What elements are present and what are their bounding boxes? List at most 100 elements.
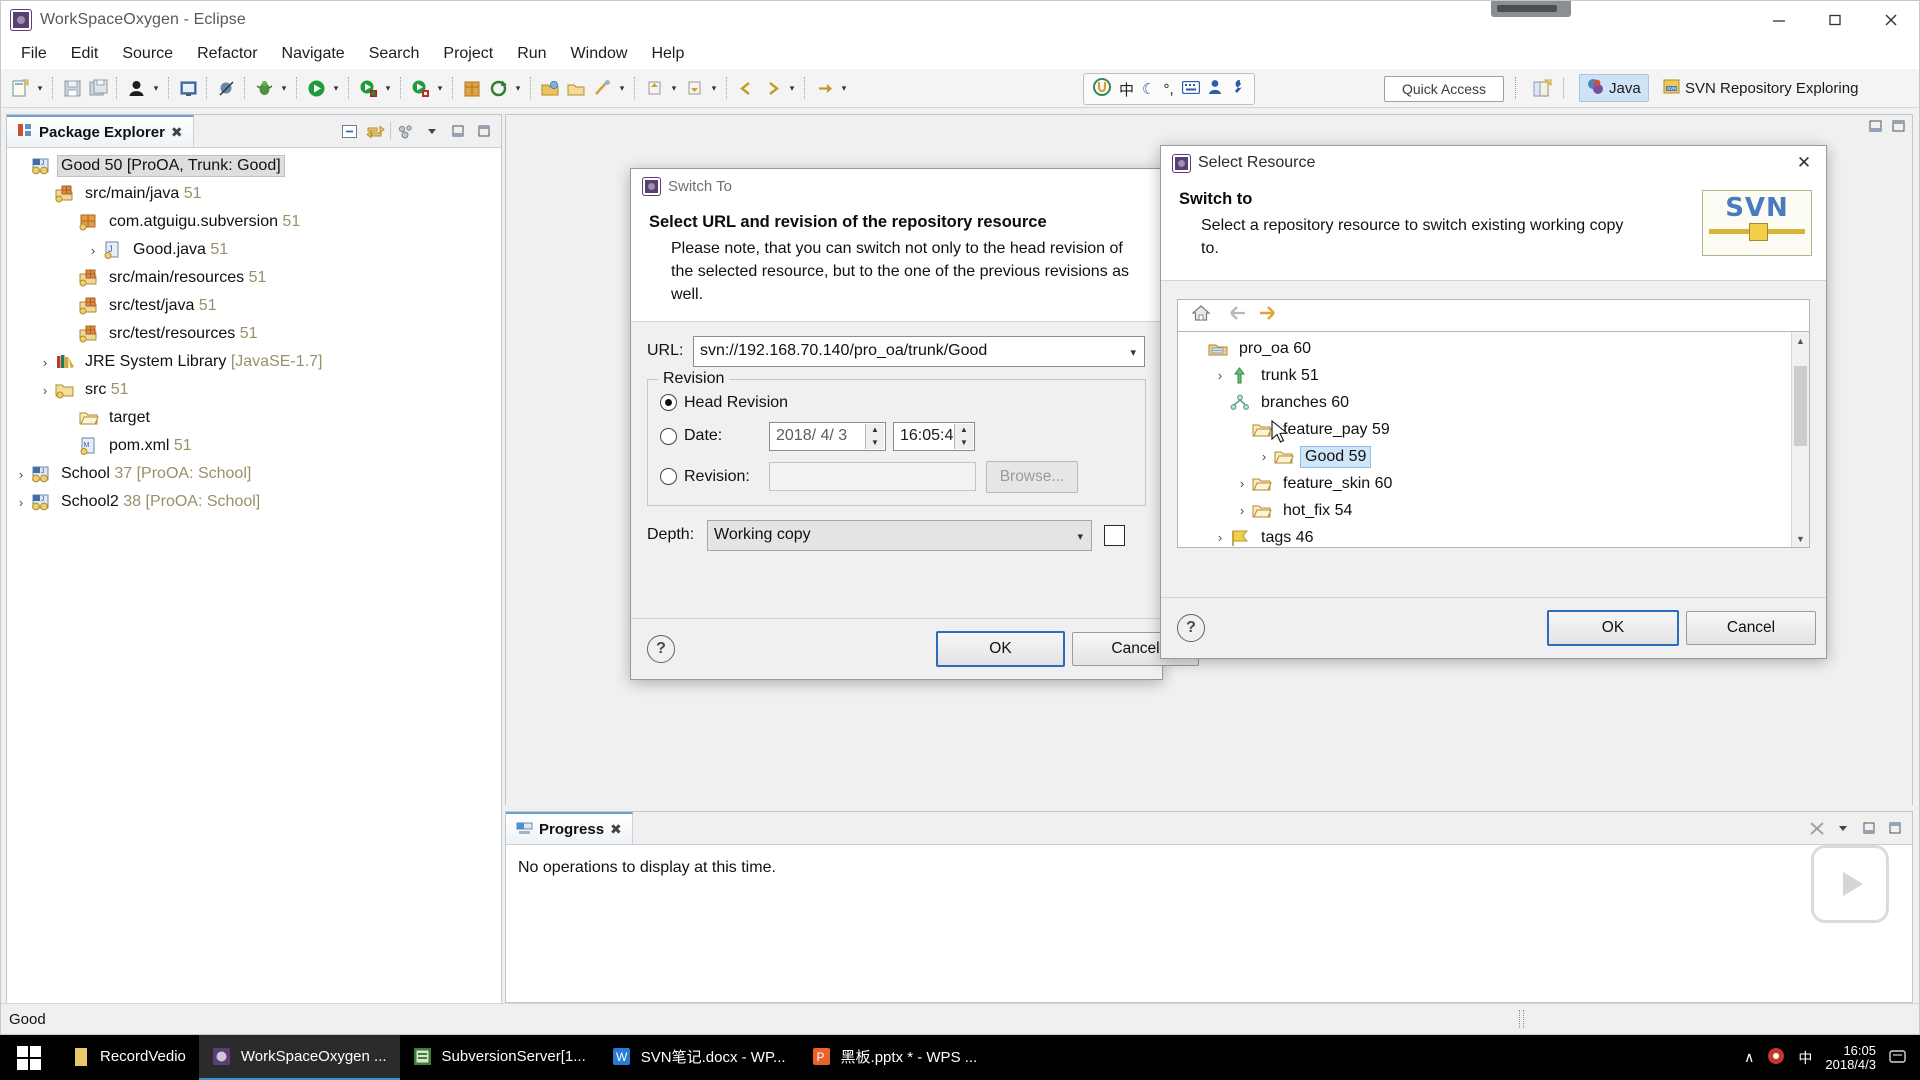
save-icon[interactable] bbox=[59, 75, 85, 101]
depth-sticky-checkbox[interactable] bbox=[1104, 525, 1125, 546]
twisty-collapsed-icon[interactable]: › bbox=[11, 495, 31, 510]
link-with-editor-icon[interactable] bbox=[364, 120, 386, 142]
repository-tree-row[interactable]: ⱟ pro_oa 60 bbox=[1178, 335, 1809, 362]
date-revision-radio[interactable] bbox=[660, 428, 677, 445]
repository-tree-row[interactable]: › feature_skin 60 bbox=[1178, 470, 1809, 497]
revision-number-row[interactable]: Revision: Browse... bbox=[660, 461, 1133, 493]
minimize-view-icon[interactable] bbox=[1858, 817, 1880, 839]
maximize-button[interactable] bbox=[1807, 1, 1863, 39]
debug-icon[interactable] bbox=[251, 75, 277, 101]
run-dropdown-icon[interactable]: ▾ bbox=[329, 75, 343, 101]
revision-input[interactable] bbox=[769, 462, 976, 491]
repository-tree-row[interactable]: ⱟ branches 60 bbox=[1178, 389, 1809, 416]
package-explorer-row[interactable]: › JRE System Library [JavaSE-1.7] bbox=[7, 348, 501, 376]
close-icon[interactable]: ✖ bbox=[610, 821, 622, 838]
repository-tree-scrollbar[interactable]: ▲ ▼ bbox=[1791, 332, 1809, 547]
refresh-icon[interactable] bbox=[485, 75, 511, 101]
repository-tree-row[interactable]: ⱟ feature_pay 59 bbox=[1178, 416, 1809, 443]
run-coverage-dropdown-icon[interactable]: ▾ bbox=[433, 75, 447, 101]
url-combo[interactable]: svn://192.168.70.140/pro_oa/trunk/Good ▾ bbox=[693, 336, 1145, 367]
menu-search[interactable]: Search bbox=[357, 42, 432, 66]
menu-help[interactable]: Help bbox=[639, 42, 696, 66]
tab-progress[interactable]: Progress ✖ bbox=[506, 812, 633, 844]
repository-tree-row[interactable]: › trunk 51 bbox=[1178, 362, 1809, 389]
twisty-expanded-icon[interactable]: ⱟ bbox=[59, 215, 79, 230]
home-icon[interactable] bbox=[1191, 304, 1211, 327]
date-spinner-buttons[interactable]: ▲ ▼ bbox=[865, 424, 884, 449]
next-annotation-icon[interactable] bbox=[681, 75, 707, 101]
tab-package-explorer[interactable]: Package Explorer ✖ bbox=[7, 115, 194, 147]
forward-arrow-icon[interactable] bbox=[1259, 304, 1281, 327]
new-wizard-dropdown-icon[interactable]: ▾ bbox=[33, 75, 47, 101]
select-resource-cancel-button[interactable]: Cancel bbox=[1686, 611, 1816, 645]
taskbar-item-subversionserver[interactable]: SubversionServer[1... bbox=[400, 1035, 599, 1080]
forward-dropdown-icon[interactable]: ▾ bbox=[785, 75, 799, 101]
select-resource-ok-button[interactable]: OK bbox=[1547, 610, 1679, 646]
chevron-down-icon[interactable]: ▾ bbox=[1077, 530, 1083, 543]
twisty-expanded-icon[interactable]: ⱟ bbox=[11, 159, 31, 174]
twisty-expanded-icon[interactable]: ⱟ bbox=[1188, 341, 1208, 356]
ime-settings-icon[interactable] bbox=[1230, 79, 1245, 99]
scroll-down-icon[interactable]: ▼ bbox=[1792, 530, 1809, 547]
minimize-button[interactable] bbox=[1751, 1, 1807, 39]
quick-access-field[interactable]: Quick Access bbox=[1384, 76, 1504, 102]
browse-button[interactable]: Browse... bbox=[986, 461, 1078, 493]
ime-punctuation-icon[interactable]: °, bbox=[1163, 81, 1173, 98]
tray-notification-icon[interactable] bbox=[1889, 1048, 1906, 1068]
minimize-view-icon[interactable] bbox=[447, 120, 469, 142]
menu-source[interactable]: Source bbox=[110, 42, 185, 66]
menu-navigate[interactable]: Navigate bbox=[270, 42, 357, 66]
package-explorer-row[interactable]: › J School2 38 [ProOA: School] bbox=[7, 488, 501, 516]
back-arrow-icon[interactable] bbox=[1224, 304, 1246, 327]
maximize-editor-icon[interactable] bbox=[1891, 119, 1906, 138]
open-resource-icon[interactable] bbox=[563, 75, 589, 101]
repository-tree[interactable]: ⱟ pro_oa 60 › trunk 51 ⱟ branches 60 ⱟ feature_… bbox=[1177, 331, 1810, 548]
twisty-expanded-icon[interactable]: ⱟ bbox=[1232, 422, 1252, 437]
previous-annotation-dropdown-icon[interactable]: ▾ bbox=[667, 75, 681, 101]
ime-moon-icon[interactable]: ☾ bbox=[1142, 80, 1155, 98]
twisty-collapsed-icon[interactable]: › bbox=[1254, 449, 1274, 464]
taskbar-item-blackboard-pptx[interactable]: P 黑板.pptx * - WPS ... bbox=[799, 1035, 991, 1080]
perspective-tab-svn-repository-exploring[interactable]: SVN SVN Repository Exploring bbox=[1656, 74, 1865, 102]
tray-media-icon[interactable] bbox=[1767, 1047, 1785, 1068]
repository-tree-row[interactable]: › Good 59 bbox=[1178, 443, 1809, 470]
menu-file[interactable]: File bbox=[9, 42, 59, 66]
head-revision-radio[interactable] bbox=[660, 394, 677, 411]
package-explorer-row[interactable]: › src 51 bbox=[7, 376, 501, 404]
ime-language-bar[interactable]: 中 ☾ °, bbox=[1083, 73, 1255, 105]
previous-annotation-icon[interactable] bbox=[641, 75, 667, 101]
switch-to-ok-button[interactable]: OK bbox=[936, 631, 1065, 667]
new-java-package-icon[interactable] bbox=[459, 75, 485, 101]
scroll-up-icon[interactable]: ▲ bbox=[1792, 332, 1809, 349]
next-edit-location-icon[interactable] bbox=[811, 75, 837, 101]
ime-keyboard-icon[interactable] bbox=[1182, 81, 1200, 98]
twisty-collapsed-icon[interactable]: › bbox=[35, 355, 55, 370]
menu-project[interactable]: Project bbox=[431, 42, 505, 66]
menu-refactor[interactable]: Refactor bbox=[185, 42, 269, 66]
taskbar-item-svn-notes-docx[interactable]: W SVN笔记.docx - WP... bbox=[599, 1035, 799, 1080]
package-explorer-row[interactable]: src/test/resources 51 bbox=[7, 320, 501, 348]
twisty-collapsed-icon[interactable]: › bbox=[1210, 368, 1230, 383]
view-menu-chevron-icon[interactable] bbox=[1832, 817, 1854, 839]
open-type-icon[interactable] bbox=[537, 75, 563, 101]
twisty-expanded-icon[interactable]: ⱟ bbox=[1210, 395, 1230, 410]
package-explorer-tree[interactable]: ⱟ J Good 50 [ProOA, Trunk: Good] ⱟ src/main/… bbox=[7, 148, 501, 1003]
next-edit-dropdown-icon[interactable]: ▾ bbox=[837, 75, 851, 101]
repository-tree-row[interactable]: › hot_fix 54 bbox=[1178, 497, 1809, 524]
maximize-view-icon[interactable] bbox=[1884, 817, 1906, 839]
skip-breakpoints-icon[interactable] bbox=[213, 75, 239, 101]
twisty-collapsed-icon[interactable]: › bbox=[1210, 530, 1230, 545]
depth-combo[interactable]: Working copy ▾ bbox=[707, 520, 1092, 551]
close-icon[interactable]: ✖ bbox=[171, 124, 183, 141]
repository-tree-row[interactable]: › tags 46 bbox=[1178, 524, 1809, 548]
tray-ime-indicator[interactable]: 中 bbox=[1798, 1048, 1812, 1068]
taskbar-item-recordvedio[interactable]: RecordVedio bbox=[58, 1035, 199, 1080]
twisty-collapsed-icon[interactable]: › bbox=[35, 383, 55, 398]
twisty-collapsed-icon[interactable]: › bbox=[1232, 503, 1252, 518]
package-explorer-row[interactable]: src/main/resources 51 bbox=[7, 264, 501, 292]
head-revision-row[interactable]: Head Revision bbox=[660, 394, 1133, 412]
minimize-editor-icon[interactable] bbox=[1868, 119, 1883, 138]
package-explorer-row[interactable]: ⱟ com.atguigu.subversion 51 bbox=[7, 208, 501, 236]
refresh-dropdown-icon[interactable]: ▾ bbox=[511, 75, 525, 101]
date-revision-row[interactable]: Date: 2018/ 4/ 3 ▲ ▼ 16:05:41 ▲ ▼ bbox=[660, 422, 1133, 451]
